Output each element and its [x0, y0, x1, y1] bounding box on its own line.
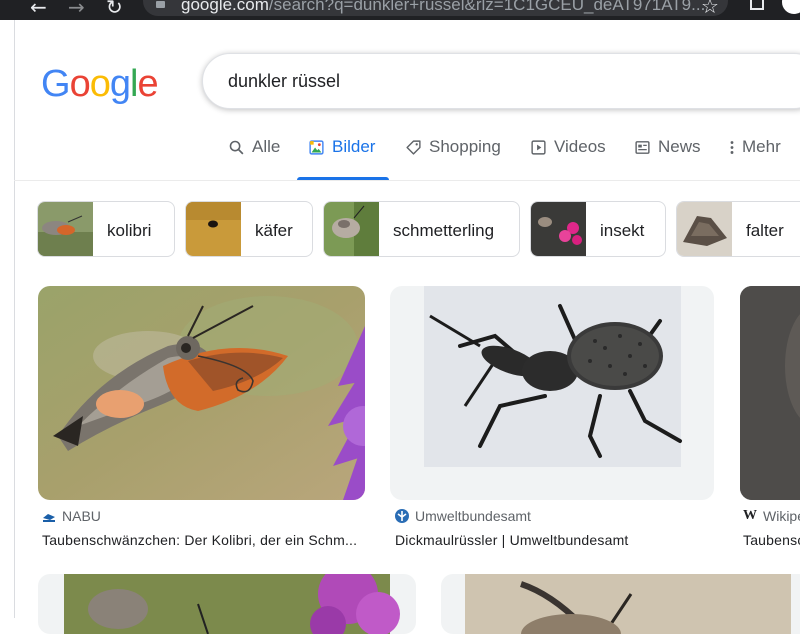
- logo-letter: o: [69, 63, 91, 105]
- address-bar[interactable]: google.com/search?q=dunkler+rüssel&rlz=1…: [143, 0, 728, 16]
- tab-label: Videos: [554, 137, 606, 156]
- tab-label: Alle: [252, 137, 281, 156]
- more-vert-icon: [730, 141, 734, 154]
- search-icon: [229, 140, 244, 155]
- logo-letter: e: [137, 63, 158, 105]
- tab-all[interactable]: Alle: [228, 138, 280, 180]
- result-title[interactable]: Dickmaulrüssler | Umweltbundesamt: [395, 532, 715, 548]
- back-icon[interactable]: ←: [30, 0, 47, 19]
- result-image[interactable]: [390, 286, 714, 500]
- news-icon: [635, 141, 650, 154]
- tabs-divider: [14, 180, 800, 181]
- image-icon: [309, 140, 324, 155]
- play-icon: [531, 140, 546, 155]
- result-source-name: Wikipe: [763, 508, 800, 524]
- result-title[interactable]: Taubenschwänzchen: Der Kolibri, der ein …: [42, 532, 364, 548]
- result-source[interactable]: Umweltbundesamt: [395, 508, 531, 524]
- search-input[interactable]: [228, 68, 788, 94]
- chip-falter[interactable]: falter: [676, 201, 800, 257]
- address-url: google.com/search?q=dunkler+rüssel&rlz=1…: [181, 0, 706, 14]
- forward-icon[interactable]: →: [68, 0, 85, 19]
- chip-label: kolibri: [107, 221, 152, 240]
- chip-label: falter: [746, 221, 784, 240]
- hummingbird-hawk-moth-image: [38, 286, 365, 500]
- browser-toolbar: ← → ↻ google.com/search?q=dunkler+rüssel…: [0, 0, 800, 20]
- hawk-moth-image: [740, 286, 800, 500]
- chip-label: schmetterling: [393, 221, 495, 240]
- nabu-favicon: [43, 514, 55, 522]
- weevil-image: [424, 286, 682, 467]
- chip-schmetterling[interactable]: schmetterling: [323, 201, 520, 257]
- result-source[interactable]: NABU: [42, 508, 101, 524]
- moth-closeup-image: [465, 574, 791, 634]
- extension-icon[interactable]: [750, 0, 764, 10]
- tab-label: Bilder: [332, 137, 376, 156]
- result-source-name: NABU: [62, 508, 101, 524]
- tab-label: Shopping: [429, 137, 501, 156]
- tab-videos[interactable]: Videos: [530, 138, 606, 180]
- tab-images[interactable]: Bilder: [308, 138, 375, 180]
- result-source-name: Umweltbundesamt: [415, 508, 531, 524]
- result-image[interactable]: [441, 574, 800, 634]
- profile-avatar[interactable]: [780, 0, 800, 16]
- chip-insekt[interactable]: insekt: [530, 201, 666, 257]
- chip-thumbnail: [531, 202, 586, 256]
- logo-letter: g: [109, 63, 131, 105]
- lock-icon: [156, 1, 165, 8]
- bookmark-star-icon[interactable]: ☆: [701, 0, 719, 18]
- google-logo[interactable]: Google: [41, 63, 159, 106]
- tab-more[interactable]: Mehr: [727, 138, 781, 180]
- tab-label: News: [658, 137, 701, 156]
- chip-kaefer[interactable]: käfer: [185, 201, 313, 257]
- chip-label: käfer: [255, 221, 293, 240]
- chip-kolibri[interactable]: kolibri: [37, 201, 175, 257]
- wikipedia-favicon: W: [743, 508, 757, 523]
- result-title[interactable]: Taubensc: [743, 532, 800, 548]
- chip-thumbnail: [186, 202, 241, 256]
- result-image[interactable]: [740, 286, 800, 500]
- chip-label: insekt: [600, 221, 645, 240]
- chip-thumbnail: [677, 202, 732, 256]
- logo-letter: G: [41, 63, 71, 105]
- tab-shopping[interactable]: Shopping: [405, 138, 501, 180]
- logo-letter: o: [89, 63, 111, 105]
- window-edge: [0, 20, 15, 618]
- result-image[interactable]: [38, 286, 365, 500]
- chip-thumbnail: [38, 202, 93, 256]
- result-image[interactable]: [38, 574, 416, 634]
- umweltbundesamt-favicon: [395, 509, 409, 523]
- chip-thumbnail: [324, 202, 379, 256]
- tab-label: Mehr: [742, 137, 781, 156]
- reload-icon[interactable]: ↻: [106, 0, 123, 19]
- result-source[interactable]: W Wikipe: [743, 508, 800, 524]
- search-box: [202, 53, 800, 109]
- search-tabs: Alle Bilder Shopping Videos News Mehr: [0, 138, 800, 182]
- tab-news[interactable]: News: [634, 138, 701, 180]
- moth-flower-image: [64, 574, 400, 634]
- tag-icon: [406, 140, 421, 155]
